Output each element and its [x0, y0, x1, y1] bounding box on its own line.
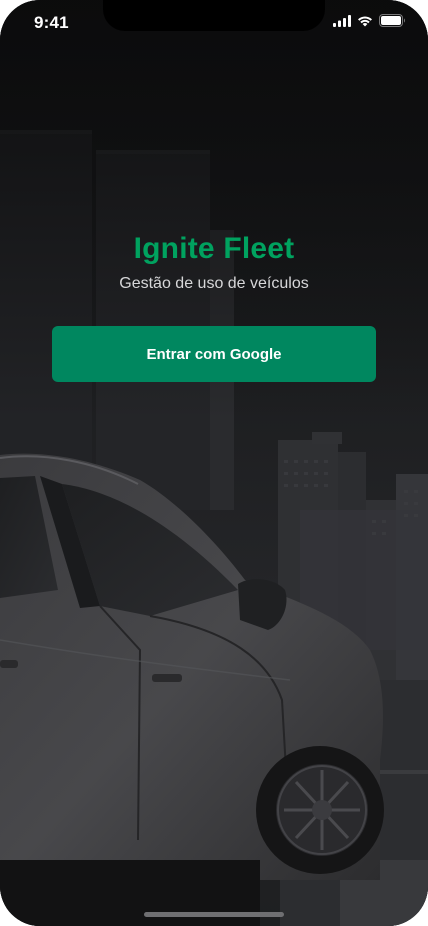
- sign-in-screen: Ignite Fleet Gestão de uso de veículos E…: [0, 0, 428, 926]
- google-signin-button[interactable]: Entrar com Google: [52, 326, 376, 382]
- app-subtitle: Gestão de uso de veículos: [119, 275, 309, 292]
- app-title: Ignite Fleet: [133, 232, 295, 265]
- phone-screen: 9:41 Ignite Fleet Gestão de uso de veícu: [0, 0, 428, 926]
- home-indicator[interactable]: [144, 912, 284, 917]
